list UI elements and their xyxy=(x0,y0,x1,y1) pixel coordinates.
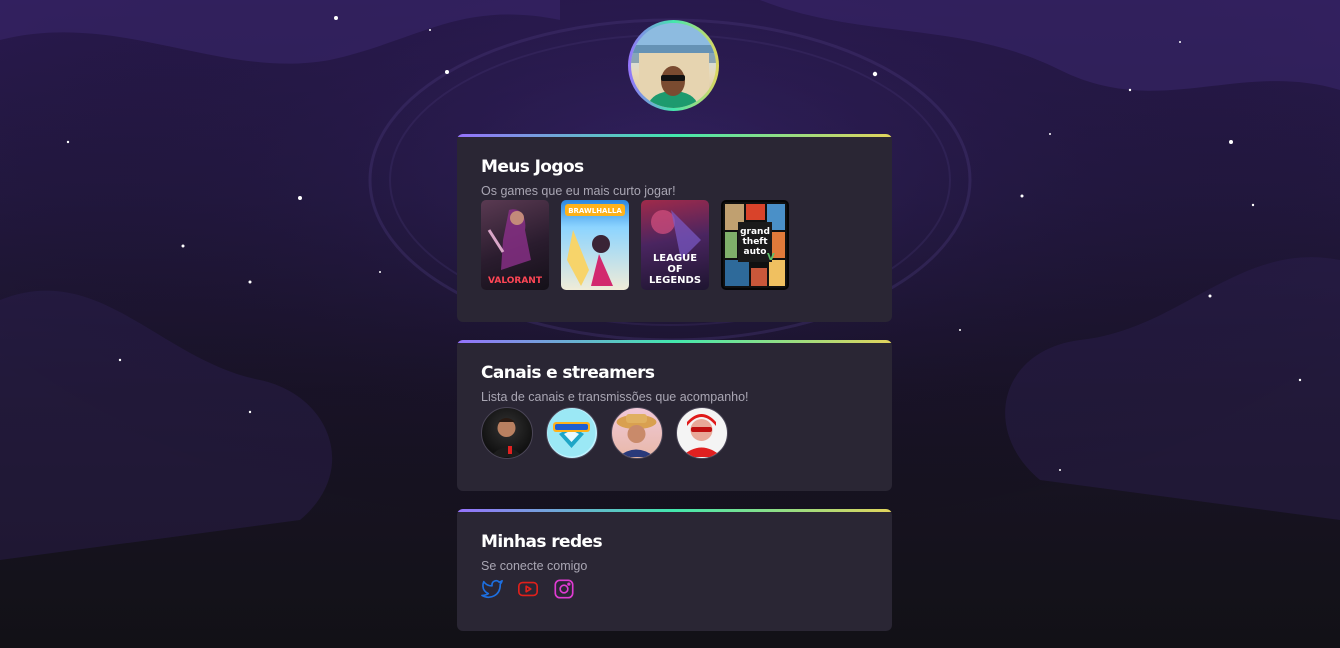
streamer-1-avatar[interactable] xyxy=(481,407,533,459)
game-name: BRAWLHALLA xyxy=(568,207,622,215)
youtube-icon[interactable] xyxy=(517,578,539,600)
streamers-card: Canais e streamers Lista de canais e tra… xyxy=(457,340,892,491)
card-subtitle: Os games que eu mais curto jogar! xyxy=(481,184,676,198)
streamer-4-avatar[interactable] xyxy=(676,407,728,459)
streamer-3-avatar[interactable] xyxy=(611,407,663,459)
games-card: Meus Jogos Os games que eu mais curto jo… xyxy=(457,134,892,322)
game-gta-v[interactable]: grand theft auto V xyxy=(721,200,789,290)
game-valorant[interactable]: VALORANT xyxy=(481,200,549,290)
game-league-of-legends[interactable]: LEAGUE OF LEGENDS xyxy=(641,200,709,290)
svg-text:V: V xyxy=(767,252,775,263)
social-links xyxy=(481,578,868,600)
card-subtitle: Se conecte comigo xyxy=(481,559,588,573)
streamers-list xyxy=(481,407,868,459)
social-card: Minhas redes Se conecte comigo xyxy=(457,509,892,631)
card-subtitle: Lista de canais e transmissões que acomp… xyxy=(481,390,749,404)
games-list: VALORANT BRAWLHALLA LEAGUE OF LEGENDS gr… xyxy=(481,200,868,290)
brawlhalla-channel-avatar[interactable] xyxy=(546,407,598,459)
card-title: Meus Jogos xyxy=(481,157,584,177)
game-name: VALORANT xyxy=(488,276,542,286)
svg-text:theft: theft xyxy=(742,237,768,247)
game-brawlhalla[interactable]: BRAWLHALLA xyxy=(561,200,629,290)
card-title: Canais e streamers xyxy=(481,363,655,383)
card-title: Minhas redes xyxy=(481,532,603,552)
twitter-icon[interactable] xyxy=(481,578,503,600)
svg-text:grand: grand xyxy=(740,227,770,237)
svg-text:auto: auto xyxy=(744,247,767,257)
instagram-icon[interactable] xyxy=(553,578,575,600)
profile-avatar xyxy=(628,20,719,111)
profile-photo xyxy=(631,23,716,108)
game-name: LEAGUE OF LEGENDS xyxy=(648,253,702,286)
